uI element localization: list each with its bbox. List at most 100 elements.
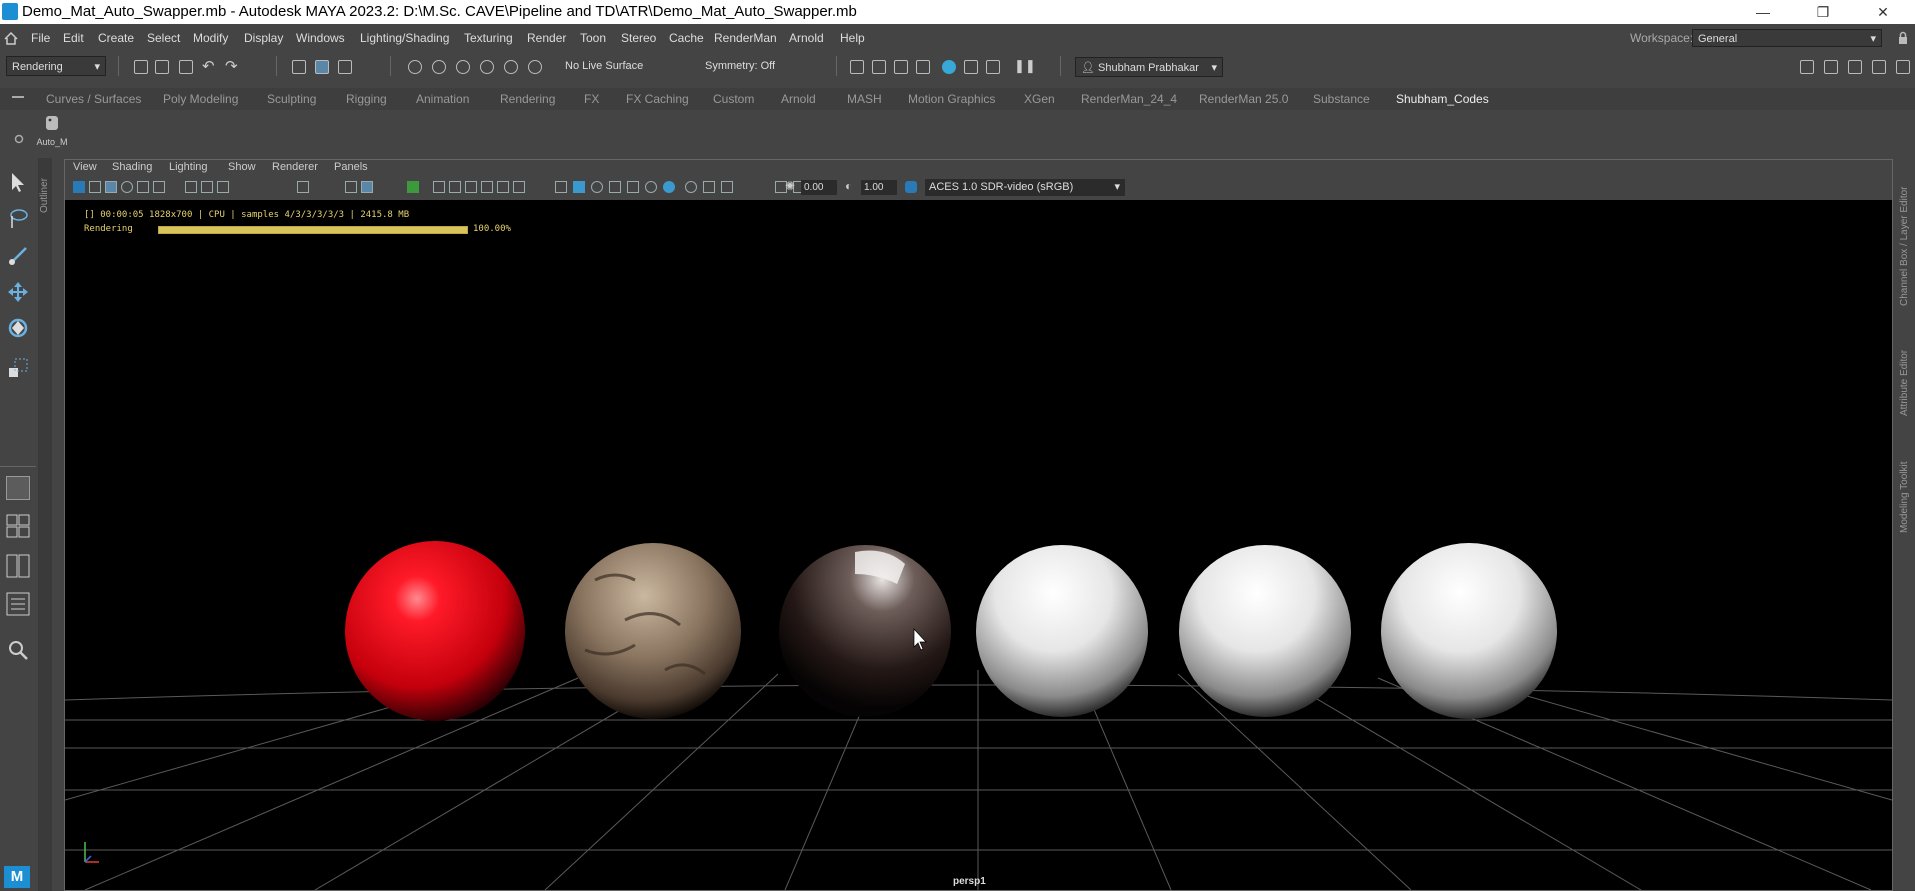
render-view-icon[interactable] [964, 60, 978, 74]
character-controls-icon[interactable] [1824, 60, 1838, 74]
menu-renderman[interactable]: RenderMan [714, 31, 777, 45]
exposure-field[interactable]: 0.00 [801, 180, 837, 195]
shelf-tab-shubham-codes[interactable]: Shubham_Codes [1396, 92, 1489, 106]
menu-select[interactable]: Select [147, 31, 180, 45]
shelf-options-icon[interactable] [14, 134, 24, 144]
undo-icon[interactable]: ↶ [202, 57, 215, 75]
four-view-layout-icon[interactable] [6, 514, 30, 538]
two-d-pan-zoom-icon[interactable] [137, 181, 149, 193]
camera-snapshot-icon[interactable] [297, 181, 309, 193]
menu-edit[interactable]: Edit [63, 31, 84, 45]
white-material-sphere-2[interactable] [1179, 545, 1351, 717]
menu-windows[interactable]: Windows [296, 31, 345, 45]
anti-aliasing-icon[interactable] [663, 181, 675, 193]
select-hierarchy-icon[interactable] [292, 60, 306, 74]
panel-menu-lighting[interactable]: Lighting [169, 161, 208, 173]
menu-modify[interactable]: Modify [193, 31, 228, 45]
outliner-layout-icon[interactable] [6, 592, 30, 616]
panel-menu-panels[interactable]: Panels [334, 161, 368, 173]
render-frame-icon[interactable] [850, 60, 864, 74]
live-surface-field[interactable]: No Live Surface [560, 57, 660, 75]
exposure-icon[interactable]: ✺ [785, 179, 795, 193]
channel-box-toggle-icon[interactable] [1896, 60, 1910, 74]
red-material-sphere[interactable] [345, 541, 525, 721]
channel-box-tab[interactable]: Channel Box / Layer Editor [1899, 186, 1910, 306]
render-settings-icon[interactable] [916, 60, 930, 74]
snap-point-icon[interactable] [456, 60, 470, 74]
shelf-tab-rendering[interactable]: Rendering [500, 92, 555, 106]
shelf-tab-curves-surfaces[interactable]: Curves / Surfaces [46, 92, 141, 106]
shadows-icon[interactable] [513, 181, 525, 193]
close-button[interactable]: ✕ [1860, 0, 1906, 24]
rock-material-sphere[interactable] [565, 543, 741, 719]
hypershade-icon[interactable] [942, 60, 956, 74]
menu-cache[interactable]: Cache [669, 31, 704, 45]
menu-display[interactable]: Display [244, 31, 283, 45]
wireframe-icon[interactable] [433, 181, 445, 193]
isolate-select-icon[interactable] [345, 181, 357, 193]
snap-grid-icon[interactable] [408, 60, 422, 74]
depth-of-field-icon[interactable] [685, 181, 697, 193]
symmetry-dropdown[interactable]: Symmetry: Off [700, 57, 800, 75]
auto-swapper-shelf-button[interactable]: Auto_M [36, 112, 68, 147]
paint-select-tool-icon[interactable] [6, 244, 30, 268]
select-camera-icon[interactable] [73, 181, 85, 193]
motion-blur-icon[interactable] [645, 181, 657, 193]
xray-icon[interactable] [361, 181, 373, 193]
resolution-gate-icon[interactable] [217, 181, 229, 193]
view-transform-dropdown[interactable]: ACES 1.0 SDR-video (sRGB) ▾ [925, 179, 1125, 196]
workspace-dropdown[interactable]: General ▾ [1692, 29, 1882, 47]
camera-attributes-icon[interactable] [89, 181, 101, 193]
shelf-tab-custom[interactable]: Custom [713, 92, 754, 106]
wireframe-shaded-icon[interactable] [555, 181, 567, 193]
save-scene-icon[interactable] [179, 60, 193, 74]
wireframe-on-shaded-icon[interactable] [465, 181, 477, 193]
menu-texturing[interactable]: Texturing [464, 31, 513, 45]
panel-menu-view[interactable]: View [73, 161, 97, 173]
shaded-mode-icon[interactable] [573, 181, 585, 193]
bookmarks-icon[interactable] [105, 181, 117, 193]
attribute-editor-tab[interactable]: Attribute Editor [1899, 350, 1910, 416]
select-object-icon[interactable] [315, 60, 329, 74]
redo-icon[interactable]: ↷ [225, 57, 238, 75]
modeling-toolkit-tab[interactable]: Modeling Toolkit [1899, 461, 1910, 533]
shelf-tab-renderman-25[interactable]: RenderMan 25.0 [1199, 92, 1288, 106]
minimize-button[interactable]: — [1740, 0, 1786, 24]
menu-create[interactable]: Create [98, 31, 134, 45]
shelf-tab-animation[interactable]: Animation [416, 92, 469, 106]
menu-help[interactable]: Help [840, 31, 865, 45]
white-material-sphere-3[interactable] [1381, 543, 1557, 719]
shelf-tab-mash[interactable]: MASH [847, 92, 882, 106]
grease-pencil-icon[interactable] [153, 181, 165, 193]
ambient-occlusion-icon[interactable] [627, 181, 639, 193]
panel-menu-show[interactable]: Show [228, 161, 256, 173]
make-live-icon[interactable] [504, 60, 518, 74]
texture-mode-icon[interactable] [591, 181, 603, 193]
panel-menu-shading[interactable]: Shading [112, 161, 152, 173]
select-component-icon[interactable] [338, 60, 352, 74]
textured-icon[interactable] [481, 181, 493, 193]
gamma-toggle-icon[interactable] [407, 181, 419, 193]
shelf-tab-motion-graphics[interactable]: Motion Graphics [908, 92, 995, 106]
open-scene-icon[interactable] [155, 60, 169, 74]
exposure-reset-icon[interactable] [721, 181, 733, 193]
snap-curve-icon[interactable] [432, 60, 446, 74]
shelf-tab-fx-caching[interactable]: FX Caching [626, 92, 689, 106]
panel-menu-renderer[interactable]: Renderer [272, 161, 318, 173]
restore-button[interactable]: ❐ [1800, 0, 1846, 24]
snap-view-plane-icon[interactable] [480, 60, 494, 74]
modeling-toolkit-toggle-icon[interactable] [1800, 60, 1814, 74]
pause-icon[interactable]: ❚❚ [1014, 58, 1036, 74]
ipr-render-icon[interactable] [894, 60, 908, 74]
shelf-tab-arnold[interactable]: Arnold [781, 92, 816, 106]
lasso-tool-icon[interactable] [6, 206, 30, 230]
attribute-editor-toggle-icon[interactable] [1848, 60, 1862, 74]
render-sequence-icon[interactable] [872, 60, 886, 74]
lock-icon[interactable] [1897, 31, 1909, 45]
color-management-icon[interactable] [905, 181, 917, 193]
lights-mode-icon[interactable] [609, 181, 621, 193]
shelf-tab-xgen[interactable]: XGen [1024, 92, 1055, 106]
shelf-tab-poly-modeling[interactable]: Poly Modeling [163, 92, 238, 106]
outliner-tab-label[interactable]: Outliner [39, 178, 50, 213]
snap-history-icon[interactable] [528, 60, 542, 74]
